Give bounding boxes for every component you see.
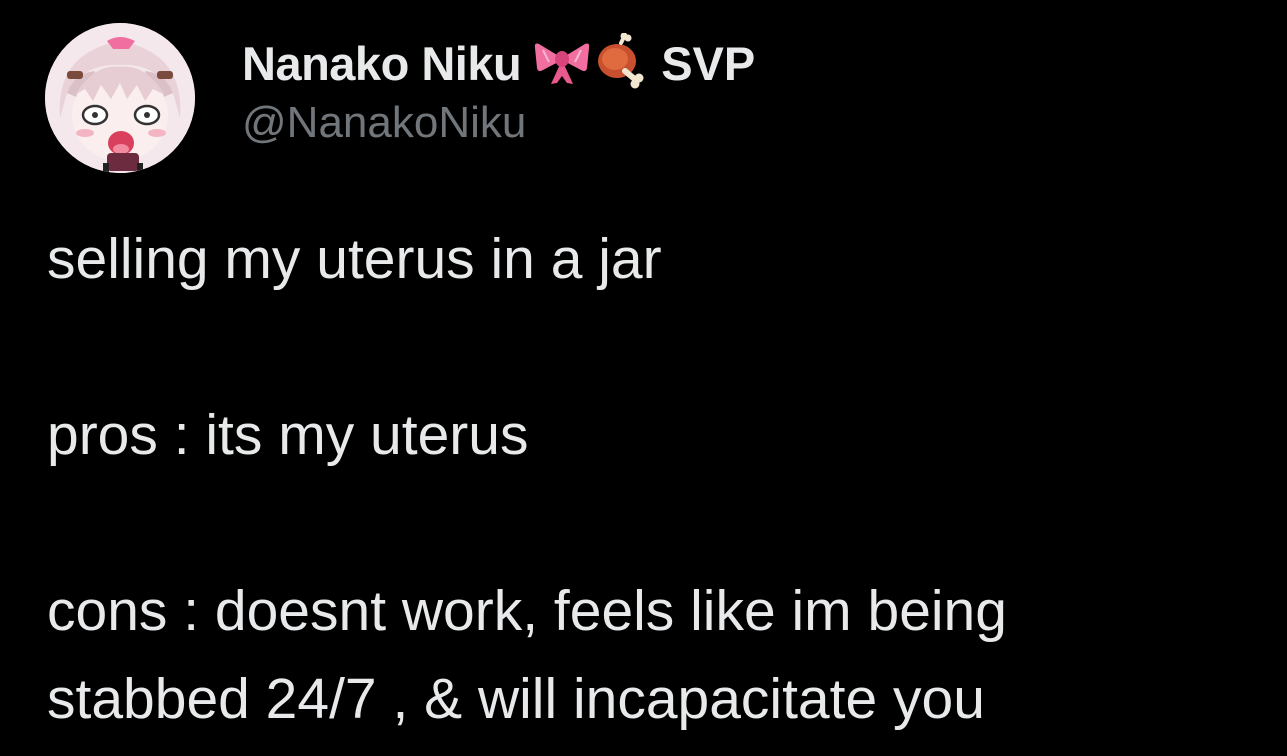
tweet: Nanako Niku SVP @NanakoNiku selling my u… <box>0 0 1287 756</box>
tweet-text: selling my uterus in a jar pros : its my… <box>47 215 1247 743</box>
tweet-text-line: stabbed 24/7 , & will incapacitate you <box>47 667 985 731</box>
avatar-image <box>45 23 195 173</box>
meat-on-bone-icon <box>595 32 647 94</box>
tweet-text-line: selling my uterus in a jar <box>47 227 662 291</box>
author-display-name[interactable]: Nanako Niku <box>242 36 522 91</box>
author-handle[interactable]: @NanakoNiku <box>242 98 755 148</box>
tweet-text-line: pros : its my uterus <box>47 403 529 467</box>
tweet-text-line: cons : doesnt work, feels like im being <box>47 579 1007 643</box>
tweet-header: Nanako Niku SVP @NanakoNiku <box>242 30 755 148</box>
author-name-row: Nanako Niku SVP <box>242 30 755 96</box>
author-name-suffix: SVP <box>661 36 756 90</box>
author-avatar[interactable] <box>45 23 195 173</box>
ribbon-icon <box>533 36 591 91</box>
